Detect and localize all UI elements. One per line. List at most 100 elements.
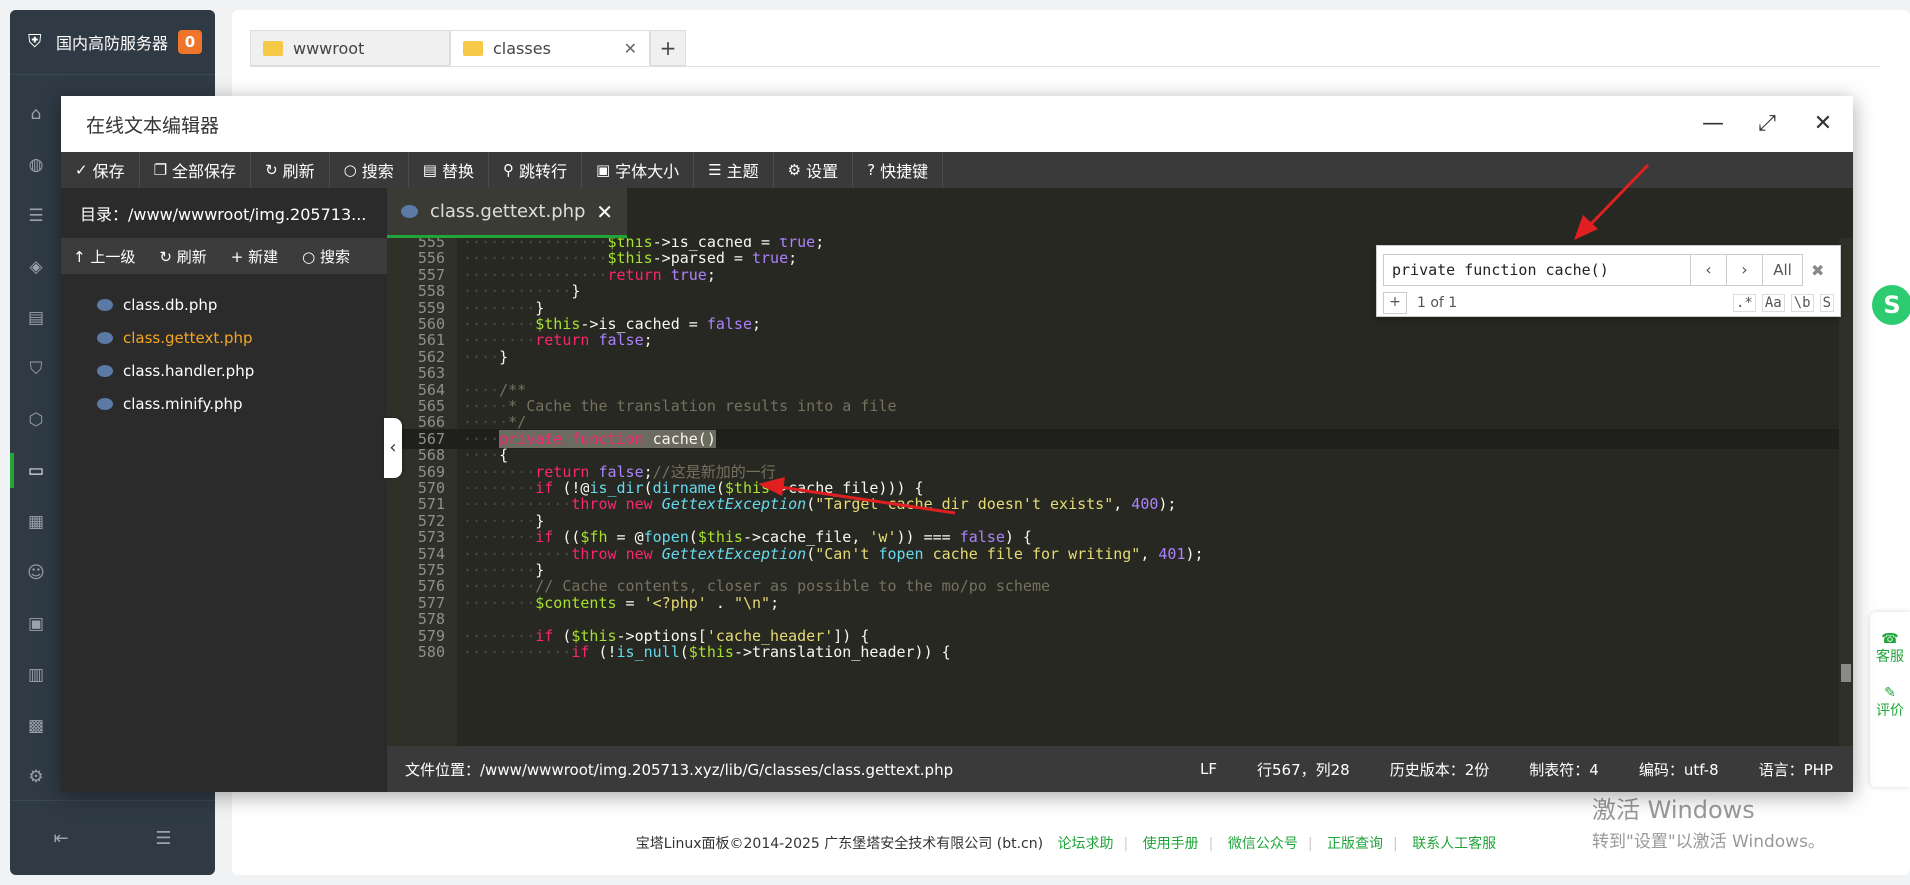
assistant-logo-icon[interactable]: S	[1872, 285, 1910, 325]
terminal-icon[interactable]: ▣	[10, 598, 62, 649]
save-button[interactable]: ✓ 保存	[61, 152, 140, 188]
vertical-scrollbar[interactable]	[1839, 238, 1853, 746]
status-encoding[interactable]: 编码：utf-8	[1619, 759, 1739, 780]
footer-link-wechat[interactable]: 微信公众号	[1228, 836, 1298, 852]
selection-toggle[interactable]: S	[1819, 294, 1834, 312]
up-level-button[interactable]: ↑ 上一级	[61, 246, 147, 267]
replace-button[interactable]: ▤ 替换	[409, 152, 489, 188]
search-box: ‹ › All ✖ + 1 of 1 .* Aa \b S	[1376, 245, 1841, 317]
calendar-icon[interactable]: ▥	[10, 649, 62, 700]
sidebar-bottom: ⇤ ☰	[10, 800, 215, 875]
status-tab-size[interactable]: 制表符：4	[1509, 759, 1619, 780]
apps-icon[interactable]: ▩	[10, 700, 62, 751]
status-language[interactable]: 语言：PHP	[1739, 759, 1853, 780]
list-icon: ☰	[708, 161, 722, 179]
docker-icon[interactable]: ◈	[10, 241, 62, 292]
save-all-button[interactable]: ❐ 全部保存	[140, 152, 252, 188]
footer-link-forum[interactable]: 论坛求助	[1058, 836, 1114, 852]
font-icon: ▣	[595, 161, 611, 179]
php-file-icon	[401, 205, 418, 218]
footer-link-license[interactable]: 正版查询	[1327, 836, 1383, 852]
shield-icon[interactable]: ⛉	[10, 343, 62, 394]
home-icon[interactable]: ⌂	[10, 88, 62, 139]
code-line[interactable]: 580 ············if (!is_null($this->trans…	[387, 642, 1853, 662]
footer-link-support[interactable]: 联系人工客服	[1412, 836, 1496, 852]
check-icon: ✓	[75, 161, 88, 179]
users-icon[interactable]: ☺	[10, 547, 62, 598]
float-panel: ☎ 客服 ✎ 评价	[1870, 612, 1910, 787]
brand[interactable]: ⛨ 国内高防服务器 0	[10, 10, 215, 75]
file-item[interactable]: class.minify.php	[61, 387, 387, 420]
find-all-button[interactable]: All	[1763, 254, 1803, 286]
log-icon[interactable]: ▦	[10, 496, 62, 547]
editor-tab-active[interactable]: class.gettext.php ✕	[387, 188, 627, 238]
editor-tab-label: class.gettext.php	[430, 201, 586, 222]
customer-service-button[interactable]: ☎ 客服	[1870, 612, 1910, 666]
gear-icon[interactable]: ⚙	[10, 751, 62, 802]
new-file-button[interactable]: + 新建	[219, 246, 290, 267]
collapse-pane-icon[interactable]: ‹	[384, 418, 402, 478]
goto-line-button[interactable]: ⚲ 跳转行	[489, 152, 582, 188]
word-toggle[interactable]: \b	[1790, 294, 1814, 312]
close-tab-icon[interactable]: ✕	[596, 200, 613, 224]
database-icon[interactable]: ☰	[10, 190, 62, 241]
fm-tab-classes[interactable]: classes ✕	[450, 30, 650, 66]
refresh-icon: ↻	[159, 247, 172, 266]
globe-icon[interactable]: ◍	[10, 139, 62, 190]
search-icon: ○	[343, 161, 357, 179]
shortcuts-button[interactable]: ? 快捷键	[853, 152, 944, 188]
close-icon[interactable]: ✕	[624, 39, 637, 58]
editor-toolbar: ✓ 保存 ❐ 全部保存 ↻ 刷新 ○ 搜索 ▤ 替换 ⚲ 跳转行 ▣ 字体大小 ☰ 主题 ⚙ 设置…	[61, 152, 1853, 188]
minimize-icon[interactable]: —	[1697, 108, 1729, 140]
folder-icon[interactable]: ▭	[10, 445, 62, 496]
status-cursor[interactable]: 行567，列28	[1237, 759, 1370, 780]
status-line-ending[interactable]: LF	[1180, 760, 1237, 778]
notification-badge[interactable]: 0	[178, 30, 203, 54]
directory-pane: 目录：/www/wwwroot/img.205713... ↑ 上一级 ↻ 刷新…	[61, 188, 387, 792]
dir-path: 目录：/www/wwwroot/img.205713...	[80, 205, 367, 224]
fm-tab-bar: wwwroot classes ✕ +	[250, 30, 686, 66]
close-icon[interactable]: ✖	[1811, 261, 1824, 280]
dir-search-button[interactable]: ○ 搜索	[290, 246, 362, 267]
scrollbar-thumb[interactable]	[1841, 664, 1851, 682]
close-icon[interactable]: ✕	[1807, 108, 1839, 140]
rate-button[interactable]: ✎ 评价	[1870, 666, 1910, 720]
toggle-replace-icon[interactable]: +	[1383, 292, 1407, 314]
file-item-active[interactable]: class.gettext.php	[61, 321, 387, 354]
file-item[interactable]: class.db.php	[61, 288, 387, 321]
status-history[interactable]: 历史版本：2份	[1370, 759, 1510, 780]
php-file-icon	[97, 298, 113, 311]
copy-icon: ❐	[153, 161, 168, 179]
collapse-menu-icon[interactable]: ⇤	[53, 828, 68, 849]
file-list: class.db.php class.gettext.php class.han…	[61, 274, 387, 420]
windows-watermark: 激活 Windows 转到"设置"以激活 Windows。	[1592, 790, 1825, 852]
waf-icon[interactable]: ⬡	[10, 394, 62, 445]
search-button[interactable]: ○ 搜索	[330, 152, 409, 188]
refresh-button[interactable]: ↻ 刷新	[251, 152, 330, 188]
search-input[interactable]	[1383, 254, 1691, 286]
chevron-left-icon[interactable]: ‹	[1691, 254, 1727, 286]
editor-statusbar: 文件位置：/www/wwwroot/img.205713.xyz/lib/G/c…	[387, 746, 1853, 792]
font-size-button[interactable]: ▣ 字体大小	[582, 152, 695, 188]
theme-button[interactable]: ☰ 主题	[694, 152, 774, 188]
php-file-icon	[97, 397, 113, 410]
fm-tab-wwwroot[interactable]: wwwroot	[250, 30, 450, 66]
case-toggle[interactable]: Aa	[1761, 294, 1785, 312]
add-tab-button[interactable]: +	[650, 30, 686, 66]
replace-icon: ▤	[422, 161, 437, 179]
fm-tab-label: classes	[493, 38, 551, 58]
footer-link-manual[interactable]: 使用手册	[1143, 836, 1199, 852]
file-item[interactable]: class.handler.php	[61, 354, 387, 387]
menu-list-icon[interactable]: ☰	[155, 828, 171, 849]
pin-icon: ⚲	[502, 161, 514, 179]
monitor-icon[interactable]: ▤	[10, 292, 62, 343]
regex-toggle[interactable]: .*	[1732, 294, 1756, 312]
watermark-line2: 转到"设置"以激活 Windows。	[1592, 832, 1825, 852]
dir-refresh-button[interactable]: ↻ 刷新	[147, 246, 218, 267]
maximize-icon[interactable]: ⤢	[1751, 108, 1783, 140]
settings-button[interactable]: ⚙ 设置	[774, 152, 854, 188]
refresh-icon: ↻	[265, 161, 278, 179]
chevron-right-icon[interactable]: ›	[1727, 254, 1763, 286]
editor-modal: 在线文本编辑器 — ⤢ ✕ ✓ 保存 ❐ 全部保存 ↻ 刷新 ○ 搜索 ▤ 替换 ⚲ 跳转行…	[61, 96, 1853, 792]
editor-tab-bar: class.gettext.php ✕	[387, 188, 1853, 238]
